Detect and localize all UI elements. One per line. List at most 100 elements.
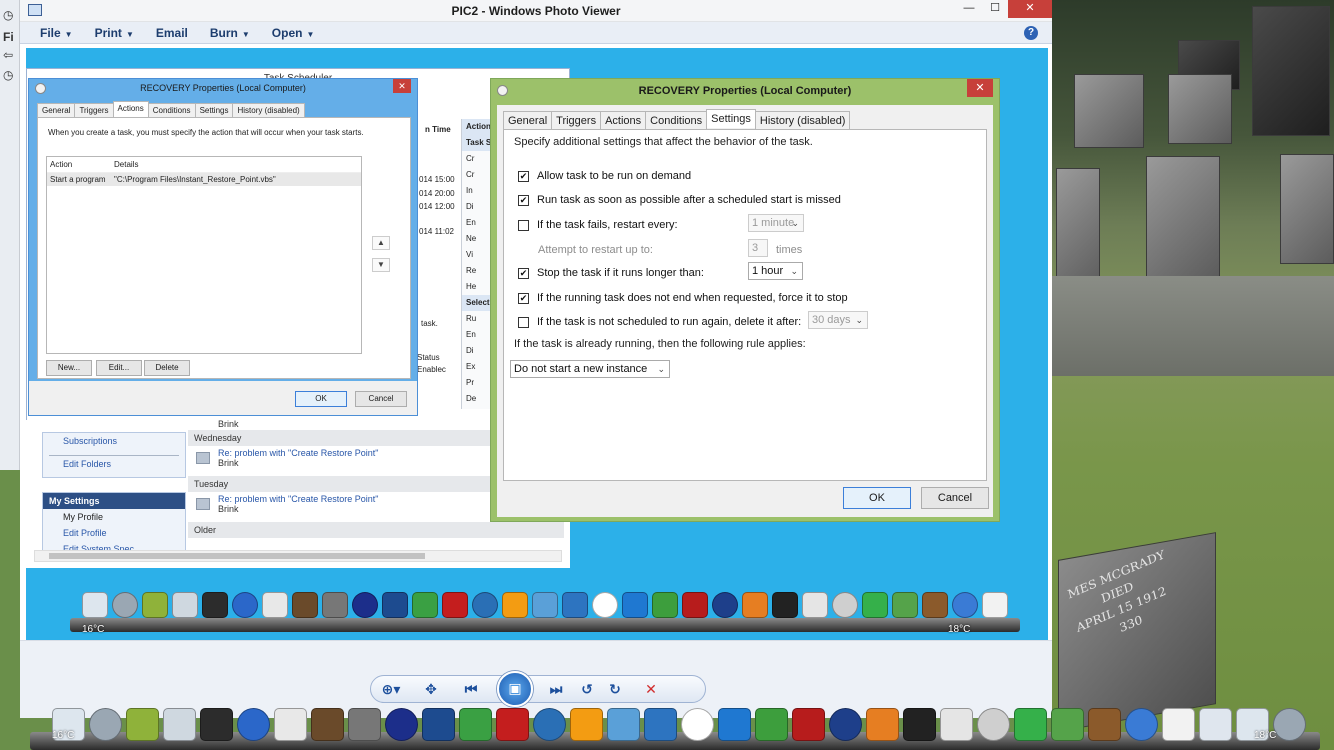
cancel-button[interactable]: Cancel [355, 391, 407, 407]
dock-app-icon[interactable] [533, 708, 566, 741]
edit-folders-link[interactable]: Edit Folders [43, 456, 185, 472]
dock-app-icon[interactable] [274, 708, 307, 741]
actual-size-icon[interactable]: ✥ [411, 681, 451, 698]
restart-every-checkbox[interactable] [518, 219, 529, 231]
dock-app-icon[interactable] [892, 592, 918, 618]
title-bar[interactable]: PIC2 - Windows Photo Viewer — ☐ ✕ [20, 0, 1052, 22]
dock-app-icon[interactable] [292, 592, 318, 618]
restart-attempts-field[interactable]: 3 [748, 239, 768, 257]
dock-app-icon[interactable] [755, 708, 788, 741]
next-icon[interactable]: ⏭ [539, 681, 573, 698]
menu-print[interactable]: Print ▼ [95, 26, 134, 40]
menu-open[interactable]: Open ▼ [272, 26, 315, 40]
rotate-right-icon[interactable]: ↻ [601, 681, 629, 698]
dock-app-icon[interactable] [502, 592, 528, 618]
dock-app-icon[interactable] [952, 592, 978, 618]
dock-app-icon[interactable] [172, 592, 198, 618]
dock-app-icon[interactable] [385, 708, 418, 741]
dock-app-icon[interactable] [442, 592, 468, 618]
tab-actions[interactable]: Actions [600, 111, 647, 130]
allow-on-demand-option[interactable]: ✔ Allow task to be run on demand [518, 170, 691, 182]
dock-app-icon[interactable] [866, 708, 899, 741]
table-row[interactable]: Start a program "C:\Program Files\Instan… [47, 173, 361, 186]
dock-app-icon[interactable] [742, 592, 768, 618]
dock-app-icon[interactable] [982, 592, 1008, 618]
dock-app-icon[interactable] [832, 592, 858, 618]
back-arrow-icon[interactable]: ⇦ [3, 48, 13, 62]
move-down-button[interactable]: ▼ [372, 258, 390, 272]
dock-app-icon[interactable] [681, 708, 714, 741]
close-button[interactable]: ✕ [393, 79, 411, 93]
dock-app-icon[interactable] [232, 592, 258, 618]
maximize-button[interactable]: ☐ [982, 0, 1008, 18]
dock-app-icon[interactable] [163, 708, 196, 741]
tab-actions[interactable]: Actions [112, 101, 149, 117]
dock-app-icon[interactable] [718, 708, 751, 741]
dock-app-icon[interactable] [262, 592, 288, 618]
dock-app-icon[interactable] [922, 592, 948, 618]
new-button[interactable]: New... [46, 360, 92, 376]
dock-app-icon[interactable] [200, 708, 233, 741]
run-asap-option[interactable]: ✔ Run task as soon as possible after a s… [518, 194, 841, 206]
dock-app-icon[interactable] [562, 592, 588, 618]
help-icon[interactable]: ? [1024, 26, 1038, 40]
rule-dropdown[interactable]: Do not start a new instance ⌄ [510, 360, 670, 378]
run-asap-checkbox[interactable]: ✔ [518, 194, 529, 206]
tab-conditions[interactable]: Conditions [645, 111, 708, 130]
dock-app-icon[interactable] [862, 592, 888, 618]
dock-app-icon[interactable] [940, 708, 973, 741]
dock-app-icon[interactable] [348, 708, 381, 741]
dock-app-icon[interactable] [1088, 708, 1121, 741]
dock-app-icon[interactable] [352, 592, 378, 618]
dock-app-icon[interactable] [1051, 708, 1084, 741]
dock-app-icon[interactable] [977, 708, 1010, 741]
dock-app-icon[interactable] [322, 592, 348, 618]
dock-app-icon[interactable] [622, 592, 648, 618]
dock-app-icon[interactable] [802, 592, 828, 618]
tab-history[interactable]: History (disabled) [754, 111, 851, 130]
dock-app-icon[interactable] [644, 708, 677, 741]
dock-app-icon[interactable] [607, 708, 640, 741]
edit-button[interactable]: Edit... [96, 360, 142, 376]
close-button[interactable]: ✕ [1008, 0, 1052, 18]
ok-button[interactable]: OK [843, 487, 911, 509]
dock-app-icon[interactable] [592, 592, 618, 618]
allow-on-demand-checkbox[interactable]: ✔ [518, 170, 529, 182]
dock-app-icon[interactable] [1162, 708, 1195, 741]
delete-icon[interactable]: ✕ [629, 681, 673, 698]
dialog-title-bar[interactable]: RECOVERY Properties (Local Computer) ✕ [29, 79, 417, 99]
tab-triggers[interactable]: Triggers [551, 111, 602, 130]
delete-after-option[interactable]: If the task is not scheduled to run agai… [518, 316, 801, 328]
restart-interval-dropdown[interactable]: 1 minute ⌄ [748, 214, 804, 232]
stop-duration-dropdown[interactable]: 1 hour ⌄ [748, 262, 803, 280]
delete-after-dropdown[interactable]: 30 days ⌄ [808, 311, 868, 329]
dock-app-icon[interactable] [792, 708, 825, 741]
dock-app-icon[interactable] [829, 708, 862, 741]
dock-app-icon[interactable] [532, 592, 558, 618]
menu-email[interactable]: Email [156, 26, 188, 40]
move-up-button[interactable]: ▲ [372, 236, 390, 250]
edit-profile-link[interactable]: Edit Profile [43, 525, 185, 541]
close-button[interactable]: ✕ [967, 79, 993, 97]
dock-app-icon[interactable] [772, 592, 798, 618]
ok-button[interactable]: OK [295, 391, 347, 407]
force-stop-option[interactable]: ✔ If the running task does not end when … [518, 292, 848, 304]
dock-app-icon[interactable] [459, 708, 492, 741]
dock-app-icon[interactable] [422, 708, 455, 741]
zoom-icon[interactable]: ⊕▾ [371, 681, 411, 698]
dock-app-icon[interactable] [903, 708, 936, 741]
rotate-left-icon[interactable]: ↺ [573, 681, 601, 698]
tab-general[interactable]: General [503, 111, 553, 130]
dock-app-icon[interactable] [712, 592, 738, 618]
delete-button[interactable]: Delete [144, 360, 190, 376]
dock-app-icon[interactable] [472, 592, 498, 618]
minimize-button[interactable]: — [956, 0, 982, 18]
dock-app-icon[interactable] [126, 708, 159, 741]
dock-app-icon[interactable] [1273, 708, 1306, 741]
dock-app-icon[interactable] [496, 708, 529, 741]
previous-icon[interactable]: ⏮ [451, 681, 491, 698]
cancel-button[interactable]: Cancel [921, 487, 989, 509]
my-profile-link[interactable]: My Profile [43, 509, 185, 525]
horizontal-scrollbar[interactable] [34, 550, 562, 562]
dock-app-icon[interactable] [682, 592, 708, 618]
